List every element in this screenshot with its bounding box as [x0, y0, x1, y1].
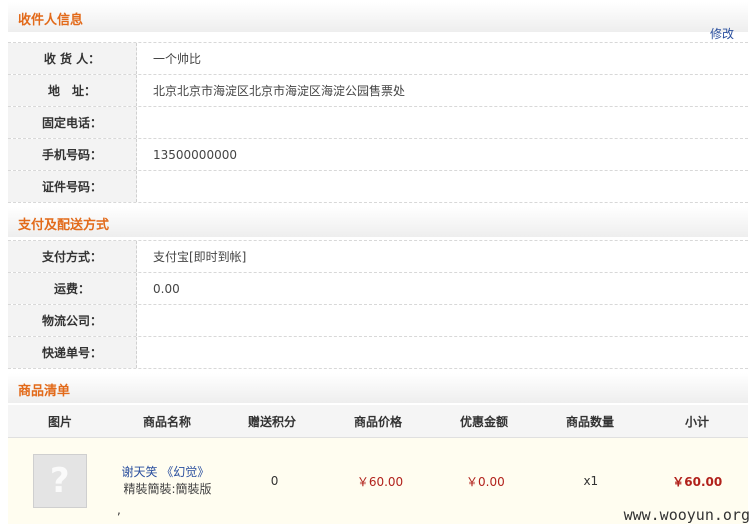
- product-price: ￥60.00: [356, 474, 404, 489]
- receiver-id-number-label: 证件号码：: [8, 171, 137, 202]
- payment-section-title: 支付及配送方式: [18, 218, 110, 233]
- logistics-company-value: [137, 305, 748, 336]
- product-variant: 精裝簡裝:簡裝版: [123, 482, 212, 496]
- product-subtotal: ￥60.00: [672, 474, 723, 489]
- product-discount: ￥0.00: [466, 474, 505, 489]
- tracking-number-value: [137, 337, 748, 368]
- product-quantity: x1: [583, 474, 599, 488]
- receiver-mobile-value: 13500000000: [153, 147, 237, 162]
- receiver-phone-value: [137, 107, 748, 138]
- question-mark-icon: ?: [49, 461, 70, 501]
- receiver-section-header: 收件人信息: [8, 2, 748, 32]
- col-header-image: 图片: [47, 414, 72, 429]
- payment-method-value: 支付宝[即时到帐]: [153, 250, 247, 264]
- placeholder-image-icon[interactable]: ?: [32, 454, 87, 508]
- col-header-points: 赠送积分: [247, 414, 296, 429]
- receiver-address-value: 北京北京市海淀区北京市海淀区海淀公园售票处: [153, 84, 406, 98]
- receiver-info-table: 收 货 人： 一个帅比 地 址： 北京北京市海淀区北京市海淀区海淀公园售票处 固…: [8, 42, 748, 203]
- receiver-id-number-value: [137, 171, 748, 202]
- shipping-fee-label: 运费：: [8, 273, 137, 304]
- receiver-name-value: 一个帅比: [153, 52, 202, 66]
- col-header-name: 商品名称: [142, 414, 191, 429]
- col-header-price: 商品价格: [353, 414, 402, 429]
- product-points: 0: [270, 474, 279, 488]
- receiver-row-address: 地 址： 北京北京市海淀区北京市海淀区海淀公园售票处: [8, 75, 748, 107]
- payment-section-header: 支付及配送方式: [8, 207, 748, 237]
- shipping-fee-value: 0.00: [153, 281, 180, 296]
- receiver-section-title: 收件人信息: [18, 13, 84, 28]
- payment-row-shipping-fee: 运费： 0.00: [8, 273, 748, 305]
- stray-comma: ,: [117, 503, 121, 517]
- payment-row-logistics: 物流公司：: [8, 305, 748, 337]
- payment-info-table: 支付方式： 支付宝[即时到帐] 运费： 0.00 物流公司： 快递单号：: [8, 240, 748, 369]
- receiver-row-mobile: 手机号码： 13500000000: [8, 139, 748, 171]
- goods-table-header: 图片 商品名称 赠送积分 商品价格 优惠金额 商品数量 小计: [8, 405, 748, 438]
- col-header-discount: 优惠金额: [459, 414, 508, 429]
- col-header-subtotal: 小计: [684, 414, 709, 429]
- product-name-link[interactable]: 谢天笑 《幻觉》: [115, 464, 224, 481]
- payment-method-label: 支付方式：: [8, 241, 137, 272]
- receiver-mobile-label: 手机号码：: [8, 139, 137, 170]
- receiver-address-label: 地 址：: [8, 75, 137, 106]
- product-name-cell: 谢天笑 《幻觉》 精裝簡裝:簡裝版: [111, 464, 224, 498]
- receiver-row-phone: 固定电话：: [8, 107, 748, 139]
- watermark-text: www.wooyun.org: [623, 506, 750, 524]
- receiver-row-name: 收 货 人： 一个帅比: [8, 43, 748, 75]
- logistics-company-label: 物流公司：: [8, 305, 137, 336]
- receiver-row-id-number: 证件号码：: [8, 171, 748, 203]
- payment-row-tracking: 快递单号：: [8, 337, 748, 369]
- receiver-name-label: 收 货 人：: [8, 43, 137, 74]
- col-header-quantity: 商品数量: [565, 414, 614, 429]
- edit-receiver-link[interactable]: 修改: [710, 25, 734, 42]
- tracking-number-label: 快递单号：: [8, 337, 137, 368]
- product-thumbnail-cell: ?: [8, 454, 111, 508]
- goods-section-title: 商品清单: [18, 384, 71, 399]
- receiver-phone-label: 固定电话：: [8, 107, 137, 138]
- payment-row-method: 支付方式： 支付宝[即时到帐]: [8, 241, 748, 273]
- goods-section-header: 商品清单: [8, 373, 748, 403]
